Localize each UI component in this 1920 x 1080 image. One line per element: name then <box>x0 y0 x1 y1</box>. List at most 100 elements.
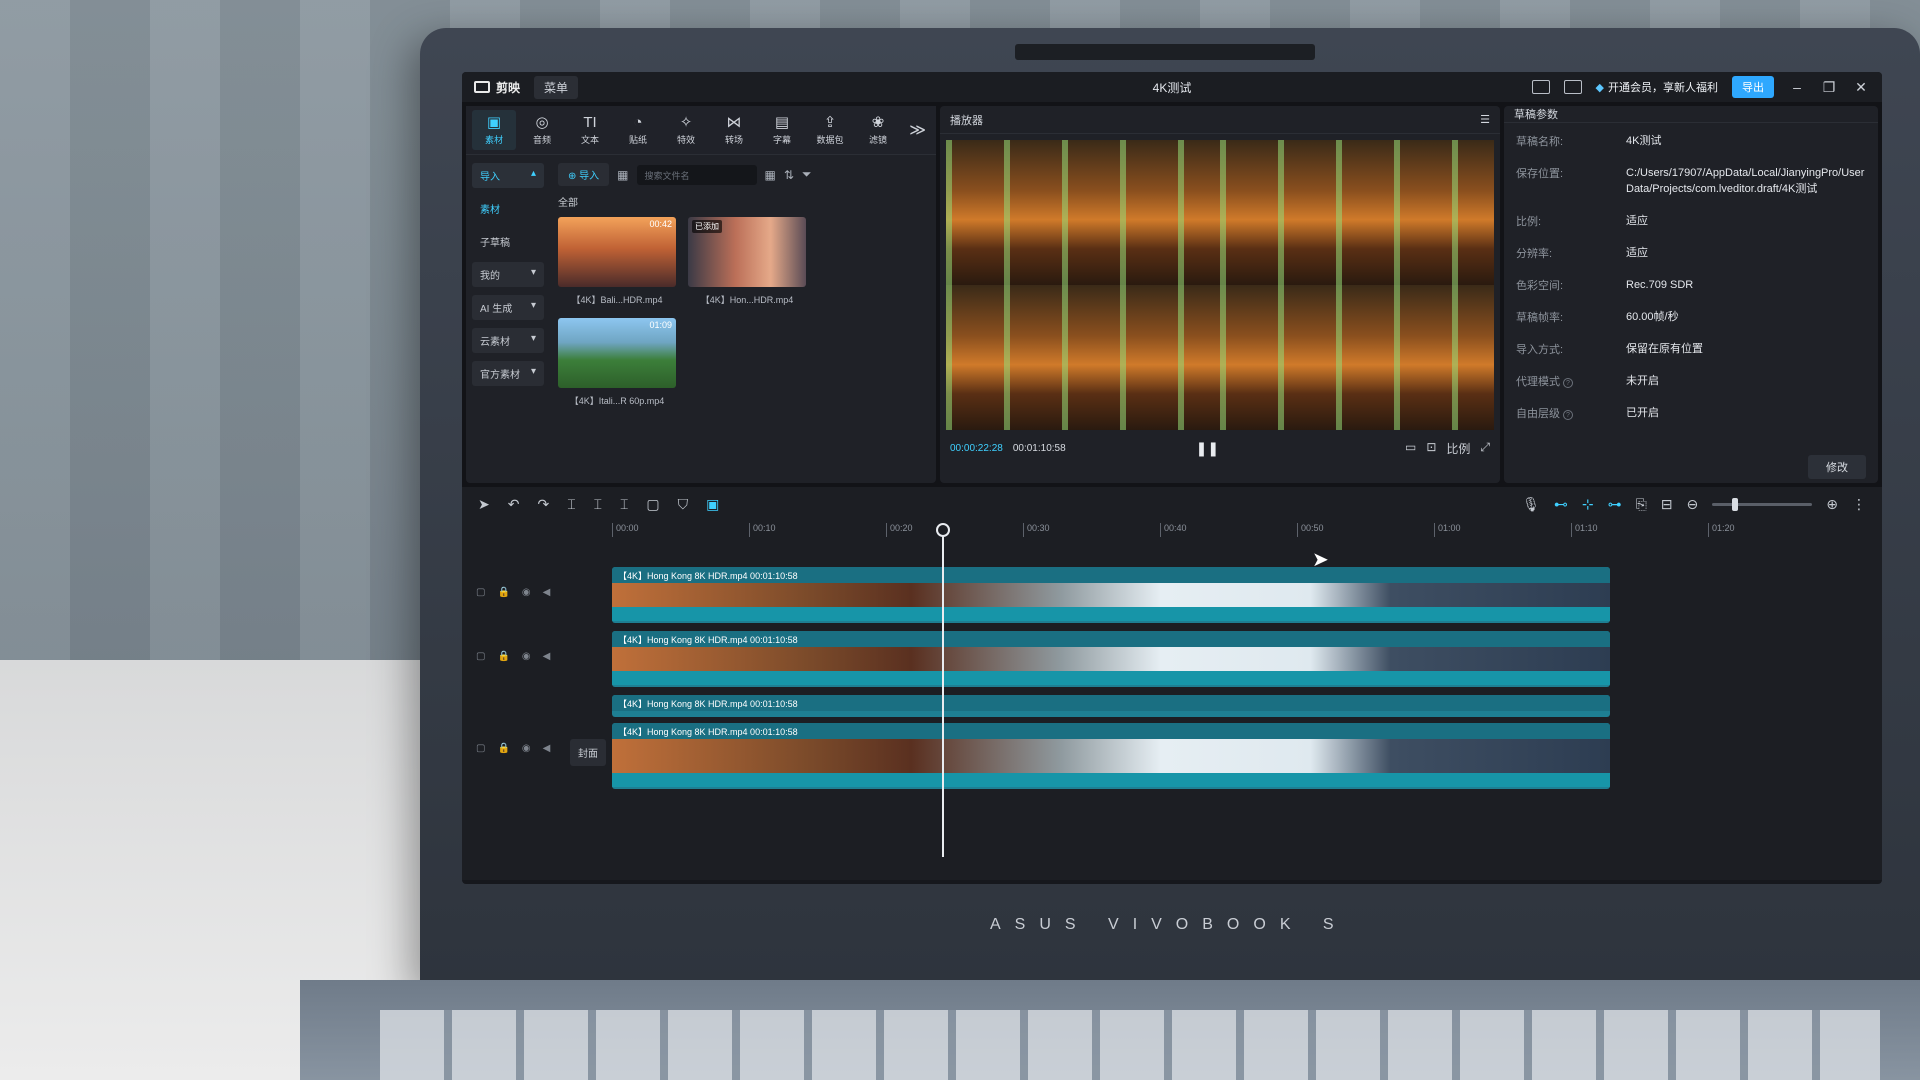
category-all[interactable]: 全部 <box>558 194 928 209</box>
preview-axis-icon[interactable]: ⊶ <box>1608 496 1622 513</box>
eye-icon[interactable]: ◉ <box>522 743 531 754</box>
filter-icon[interactable]: ⏷ <box>802 167 812 182</box>
cover-button[interactable]: 封面 <box>570 739 606 766</box>
magnet-link-icon[interactable]: ⊷ <box>1554 496 1568 513</box>
video-preview[interactable] <box>946 140 1494 430</box>
playhead-line[interactable] <box>942 527 944 857</box>
ai-edit-icon[interactable]: ▣ <box>706 496 719 513</box>
track-toggle-icon[interactable]: ▢ <box>476 743 485 754</box>
zoom-out-icon[interactable]: ⊖ <box>1687 496 1699 513</box>
restore-icon[interactable]: ❐ <box>1820 79 1838 96</box>
keyboard <box>380 1010 1880 1080</box>
minimize-icon[interactable]: – <box>1788 79 1806 95</box>
sidebar-item-subdraft[interactable]: 子草稿 <box>472 229 544 254</box>
delete-icon[interactable]: ▢ <box>646 496 659 513</box>
timeline-clip[interactable]: 【4K】Hong Kong 8K HDR.mp4 00:01:10:58 <box>612 631 1610 687</box>
snap-icon[interactable]: ⊹ <box>1582 496 1594 513</box>
menu-button[interactable]: 菜单 <box>534 75 579 99</box>
more-tabs-icon[interactable]: ≫ <box>909 110 930 150</box>
more-options-icon[interactable]: ⋮ <box>1852 496 1866 513</box>
help-icon[interactable]: ? <box>1563 410 1573 420</box>
tab-effects[interactable]: ✧ 特效 <box>664 110 708 150</box>
timeline-clip[interactable]: 【4K】Hong Kong 8K HDR.mp4 00:01:10:58 <box>612 723 1610 789</box>
timeline-clip[interactable]: 【4K】Hong Kong 8K HDR.mp4 00:01:10:58 <box>612 567 1610 623</box>
menu-icon[interactable]: ☰ <box>1480 113 1490 126</box>
lock-icon[interactable]: 🔒 <box>497 587 509 598</box>
ruler-tick: 00:50 <box>1297 523 1324 537</box>
grid-view-icon[interactable]: ▦ <box>765 168 776 182</box>
tab-transitions[interactable]: ⋈ 转场 <box>712 110 756 150</box>
tab-audio[interactable]: ◎ 音频 <box>520 110 564 150</box>
close-icon[interactable]: ✕ <box>1852 79 1870 96</box>
property-value: 保留在原有位置 <box>1626 343 1703 355</box>
modify-button[interactable]: 修改 <box>1808 455 1866 479</box>
sidebar-item-ai[interactable]: AI 生成 ▾ <box>472 295 544 320</box>
split-icon[interactable]: ⌶ <box>567 496 575 513</box>
shortcut-icon[interactable] <box>1563 80 1582 94</box>
audio-icon: ◎ <box>535 113 549 131</box>
undo-icon[interactable]: ↶ <box>508 496 520 513</box>
captions-toggle-icon[interactable]: ⊟ <box>1661 496 1673 513</box>
split-left-icon[interactable]: ⌶ <box>594 496 602 513</box>
speaker-icon[interactable]: ◀ <box>543 651 551 662</box>
clip-thumbnail: 00:42 <box>558 217 676 287</box>
speaker-icon[interactable]: ◀ <box>543 587 551 598</box>
property-key-text: 自由层级 <box>1516 408 1560 420</box>
tab-text[interactable]: TI 文本 <box>568 110 612 150</box>
lock-icon[interactable]: 🔒 <box>497 743 509 754</box>
tab-media[interactable]: ▣ 素材 <box>472 110 516 150</box>
tab-filters[interactable]: ❀ 滤镜 <box>856 110 900 150</box>
sidebar-item-material[interactable]: 素材 <box>472 196 544 221</box>
properties-footer: 修改 <box>1504 447 1878 487</box>
media-clip[interactable]: 01:09 【4K】Itali...R 60p.mp4 <box>558 318 676 407</box>
time-ruler[interactable]: 00:00 00:10 00:20 00:30 00:40 00:50 01:0… <box>612 523 1852 543</box>
import-button[interactable]: ⊕ 导入 <box>558 163 610 186</box>
link-icon[interactable]: ⎘ <box>1636 496 1647 513</box>
timeline-clip[interactable]: 【4K】Hong Kong 8K HDR.mp4 00:01:10:58 <box>612 695 1610 717</box>
track-toggle-icon[interactable]: ▢ <box>476 651 485 662</box>
track-controls: ▢ 🔒 ◉ ◀ <box>476 651 550 662</box>
track-toggle-icon[interactable]: ▢ <box>476 587 485 598</box>
zoom-slider-thumb[interactable] <box>1732 497 1739 511</box>
layout-icon[interactable] <box>1531 80 1550 94</box>
select-tool-icon[interactable]: ➤ <box>478 496 490 513</box>
shield-icon[interactable]: ⛉ <box>678 496 689 513</box>
grid-select-icon[interactable]: ▦ <box>617 168 628 182</box>
microphone-icon[interactable]: 🎙 <box>1522 496 1540 513</box>
sidebar-item-import[interactable]: 导入 ▴ <box>472 163 544 188</box>
media-clip[interactable]: 已添加 【4K】Hon...HDR.mp4 <box>688 217 806 306</box>
mouse-cursor-icon: ➤ <box>1312 549 1329 571</box>
zoom-slider[interactable] <box>1712 497 1813 511</box>
screenshot-icon[interactable]: ⊡ <box>1426 440 1436 457</box>
playhead-handle[interactable] <box>936 523 950 537</box>
eye-icon[interactable]: ◉ <box>522 651 531 662</box>
lock-icon[interactable]: 🔒 <box>497 651 509 662</box>
media-clip[interactable]: 00:42 【4K】Bali...HDR.mp4 <box>558 217 676 306</box>
sidebar-item-cloud[interactable]: 云素材 ▾ <box>472 328 544 353</box>
tab-captions[interactable]: ▤ 字幕 <box>760 110 804 150</box>
vip-promo[interactable]: ◆ 开通会员，享新人福利 <box>1596 79 1718 95</box>
pause-icon[interactable]: ❚❚ <box>1196 440 1219 457</box>
help-icon[interactable]: ? <box>1563 378 1573 388</box>
ratio-button[interactable]: 比例 <box>1446 440 1470 457</box>
split-right-icon[interactable]: ⌶ <box>620 496 628 513</box>
ruler-tick: 00:20 <box>886 523 913 537</box>
media-toolbar: ⊕ 导入 ▦ 搜索文件名 ▦ ⇅ ⏷ <box>558 163 928 186</box>
property-key: 代理模式? <box>1516 373 1626 389</box>
fullscreen-icon[interactable]: ⤢ <box>1480 440 1490 457</box>
sort-icon[interactable]: ⇅ <box>784 168 794 182</box>
timeline-clip-title: 【4K】Hong Kong 8K HDR.mp4 00:01:10:58 <box>612 723 1610 739</box>
eye-icon[interactable]: ◉ <box>522 587 531 598</box>
search-input[interactable]: 搜索文件名 <box>636 164 757 185</box>
tab-data-pack[interactable]: ⇪ 数据包 <box>808 110 852 150</box>
redo-icon[interactable]: ↷ <box>537 496 549 513</box>
sidebar-item-mine[interactable]: 我的 ▾ <box>472 262 544 287</box>
export-button[interactable]: 导出 <box>1732 76 1774 98</box>
sidebar-item-official[interactable]: 官方素材 ▾ <box>472 361 544 386</box>
quality-icon[interactable]: ▭ <box>1405 440 1416 457</box>
zoom-in-icon[interactable]: ⊕ <box>1826 496 1838 513</box>
tab-stickers[interactable]: ◔ 贴纸 <box>616 110 660 150</box>
media-body: 导入 ▴ 素材 子草稿 我的 ▾ AI 生成 ▾ 云素材 ▾ 官方素材 ▾ ⊕ … <box>466 155 936 483</box>
vip-text: 开通会员，享新人福利 <box>1608 82 1718 94</box>
speaker-icon[interactable]: ◀ <box>543 743 551 754</box>
